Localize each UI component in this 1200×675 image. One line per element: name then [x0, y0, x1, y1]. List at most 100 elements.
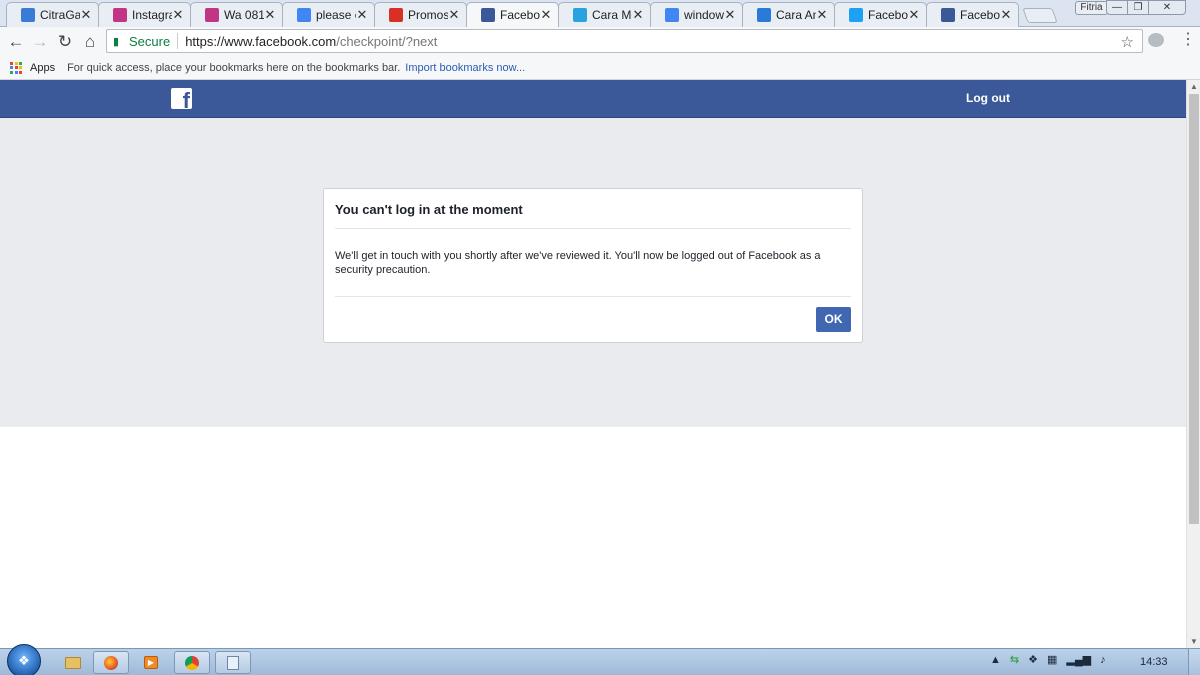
browser-tab[interactable]: window: ✕	[650, 2, 743, 27]
gmail-icon	[389, 8, 403, 22]
browser-tab[interactable]: Instagra ✕	[98, 2, 191, 27]
bookmark-star-icon[interactable]: ☆	[1121, 33, 1134, 51]
tab-title: window:	[684, 8, 724, 22]
url-path: /checkpoint/?next	[336, 33, 438, 49]
close-tab-icon[interactable]: ✕	[908, 8, 920, 21]
apps-shortcut[interactable]: Apps	[30, 62, 55, 74]
chrome-icon[interactable]	[174, 651, 210, 674]
close-window-icon[interactable]: ✕	[1148, 0, 1186, 15]
close-tab-icon[interactable]: ✕	[540, 8, 552, 21]
taskbar-clock[interactable]: 14:33	[1140, 656, 1168, 668]
twitter-icon	[849, 8, 863, 22]
page-viewport: f Log out You can't log in at the moment…	[0, 80, 1186, 648]
browser-tab-strip: CitraGar✕Instagra✕Wa 081✕please c✕Promos…	[0, 0, 1200, 27]
minimize-icon[interactable]: —	[1106, 0, 1128, 15]
browser-tab[interactable]: Cara Me✕	[558, 2, 651, 27]
tab-title: Faceboo	[868, 8, 908, 22]
scroll-down-icon[interactable]: ▼	[1190, 637, 1198, 646]
close-tab-icon[interactable]: ✕	[356, 8, 368, 21]
vertical-scrollbar[interactable]: ▲ ▼	[1186, 80, 1200, 648]
browser-tab[interactable]: Cara An ✕	[742, 2, 835, 27]
dialog-title: You can't log in at the moment	[335, 202, 523, 217]
url-host: https://www.facebook.com	[185, 33, 337, 49]
explorer-icon[interactable]	[55, 651, 91, 674]
close-tab-icon[interactable]: ✕	[172, 8, 184, 21]
sync-icon[interactable]: ⇆	[1010, 653, 1019, 666]
media-player-icon[interactable]: ▶	[133, 651, 169, 674]
instagram-icon	[205, 8, 219, 22]
system-tray: ▲ ⇆ ❖ ▦ ▂▄▆ ♪	[990, 653, 1115, 667]
back-arrow-icon[interactable]: ←	[5, 31, 27, 53]
browser-tab[interactable]: Wa 081 ✕	[190, 2, 283, 27]
browser-tab[interactable]: Faceboo✕	[834, 2, 927, 27]
browser-menu-icon[interactable]: ⋮	[1180, 31, 1196, 49]
secure-label: Secure	[129, 33, 171, 49]
tab-title: Faceboo	[500, 8, 540, 22]
tray-expand-icon[interactable]: ▲	[990, 654, 1001, 666]
lock-icon: ▮	[113, 35, 120, 48]
facebook-header: f Log out	[0, 80, 1186, 118]
close-tab-icon[interactable]: ✕	[632, 8, 644, 21]
browser-tab[interactable]: please c✕	[282, 2, 375, 27]
bookmarks-bar: Apps For quick access, place your bookma…	[0, 56, 1200, 80]
close-tab-icon[interactable]: ✕	[1000, 8, 1012, 21]
reload-icon[interactable]: ↻	[54, 31, 76, 53]
instagram-icon	[113, 8, 127, 22]
tab-title: Instagra	[132, 8, 172, 22]
tab-title: Promosi	[408, 8, 448, 22]
close-tab-icon[interactable]: ✕	[816, 8, 828, 21]
new-tab-button[interactable]	[1022, 8, 1058, 23]
tab-title: please c	[316, 8, 356, 22]
tab-list: CitraGar✕Instagra✕Wa 081✕please c✕Promos…	[6, 2, 1058, 27]
address-bar[interactable]: ▮ Secure https://www.facebook.com/checkp…	[106, 29, 1143, 53]
browser-tab[interactable]: Faceboo✕	[926, 2, 1019, 27]
profile-badge[interactable]: Fitria	[1075, 1, 1108, 15]
browser-tab[interactable]: CitraGar✕	[6, 2, 99, 27]
close-tab-icon[interactable]: ✕	[724, 8, 736, 21]
show-desktop-button[interactable]	[1188, 649, 1200, 675]
extension-icon[interactable]	[1148, 33, 1164, 47]
apps-grid-icon[interactable]	[10, 61, 22, 74]
mt-favicon	[757, 8, 771, 22]
windows-taskbar: ❖ ▶ ▲ ⇆ ❖ ▦ ▂▄▆ ♪ 14:33	[0, 644, 1200, 675]
close-tab-icon[interactable]: ✕	[80, 8, 92, 21]
logout-link[interactable]: Log out	[966, 91, 1010, 105]
maximize-icon[interactable]: ❐	[1127, 0, 1149, 15]
tab-title: Faceboo	[960, 8, 1000, 22]
facebook-icon	[481, 8, 495, 22]
bookmarks-hint: For quick access, place your bookmarks h…	[67, 61, 401, 74]
close-tab-icon[interactable]: ✕	[264, 8, 276, 21]
browser-tab[interactable]: Promosi ✕	[374, 2, 467, 27]
citragar-favicon	[21, 8, 35, 22]
dialog-divider	[335, 228, 851, 229]
app-favicon	[573, 8, 587, 22]
tab-title: Wa 081	[224, 8, 264, 22]
firefox-icon[interactable]	[93, 651, 129, 674]
dropbox-icon[interactable]: ❖	[1028, 653, 1038, 666]
scroll-up-icon[interactable]: ▲	[1190, 82, 1198, 91]
dialog-divider	[335, 296, 851, 297]
checkpoint-background: You can't log in at the moment We'll get…	[0, 118, 1186, 427]
window-controls: — ❐ ✕	[1106, 0, 1186, 15]
network-signal-icon[interactable]: ▂▄▆	[1066, 653, 1091, 666]
ok-button[interactable]: OK	[816, 307, 851, 332]
close-tab-icon[interactable]: ✕	[448, 8, 460, 21]
scroll-thumb[interactable]	[1189, 94, 1199, 524]
browser-tab[interactable]: Faceboo✕	[466, 2, 559, 27]
volume-icon[interactable]: ♪	[1100, 654, 1106, 666]
import-bookmarks-link[interactable]: Import bookmarks now...	[405, 62, 525, 74]
start-button-icon[interactable]: ❖	[7, 644, 41, 675]
checkpoint-dialog: You can't log in at the moment We'll get…	[323, 188, 863, 343]
facebook-logo-icon[interactable]: f	[171, 88, 192, 109]
home-icon[interactable]: ⌂	[79, 31, 101, 53]
google-icon	[297, 8, 311, 22]
browser-toolbar: ← → ↻ ⌂ ▮ Secure https://www.facebook.co…	[0, 27, 1200, 56]
device-icon[interactable]: ▦	[1047, 653, 1057, 666]
forward-arrow-icon[interactable]: →	[29, 31, 51, 53]
tab-title: Cara An	[776, 8, 816, 22]
address-separator	[177, 33, 179, 49]
notepad-icon[interactable]	[215, 651, 251, 674]
tab-title: CitraGar	[40, 8, 80, 22]
facebook-icon	[941, 8, 955, 22]
facebook-logo-letter: f	[182, 88, 190, 110]
